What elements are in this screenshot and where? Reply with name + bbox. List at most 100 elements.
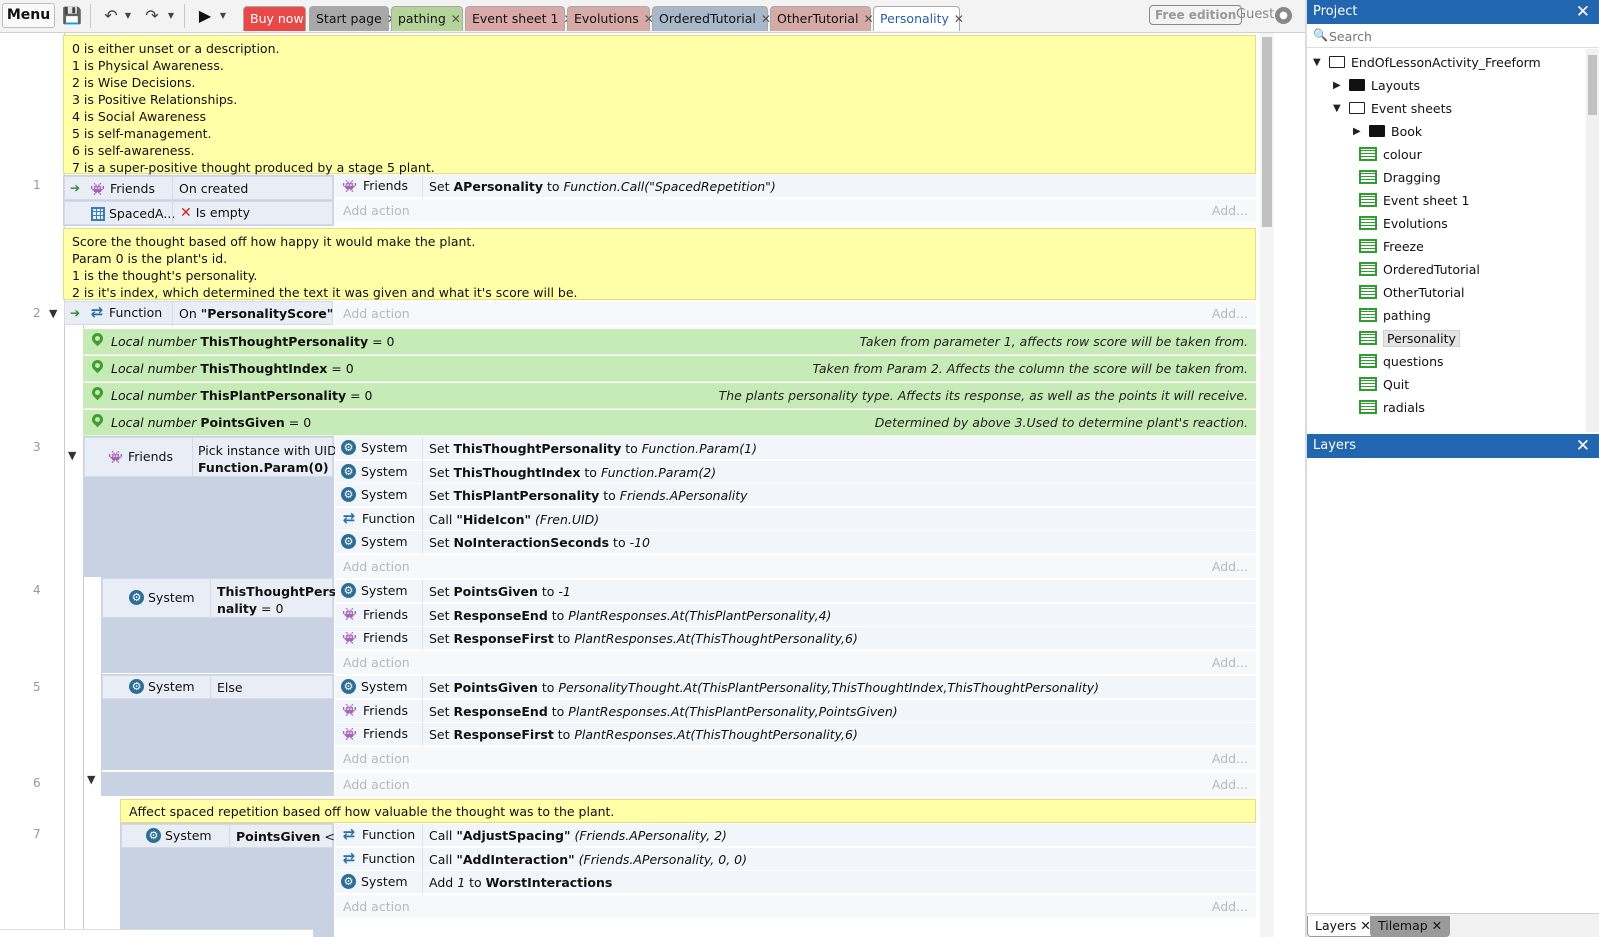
preview-play-icon[interactable]: ▶ (196, 6, 214, 26)
tab-pathing[interactable]: pathing ✕ (391, 6, 463, 31)
tree-event-sheet-dragging[interactable]: Dragging (1359, 166, 1441, 188)
tree-folder-layouts[interactable]: ▶ Layouts (1333, 74, 1420, 96)
condition-on-function[interactable]: ➔ ⇄ Function On "PersonalityScore" (64, 301, 333, 326)
action-row[interactable]: 👾 Friends Set ResponseFirst to PlantRespon… (335, 627, 1256, 650)
tab-start-page[interactable]: Start page✕ (309, 6, 397, 31)
action-row[interactable]: ⚙ System Set ThisPlantPersonality to Frien… (335, 484, 1256, 507)
tree-event-sheet-othertutorial[interactable]: OtherTutorial (1359, 281, 1464, 303)
tree-root[interactable]: ▼ EndOfLessonActivity_Freeform (1313, 51, 1541, 73)
local-variable[interactable]: Local number ThisPlantPersonality = 0 The… (83, 383, 1256, 409)
comment[interactable]: Score the thought based off how happy it… (63, 228, 1256, 300)
horizontal-scrollbar[interactable] (0, 929, 313, 937)
add-action-row[interactable]: Add action Add... (335, 199, 1256, 222)
local-variable[interactable]: Local number ThisThoughtPersonality = 0T… (83, 329, 1256, 355)
action-row[interactable]: ⇄ Function Call "HideIcon" (Fren.UID) (335, 507, 1256, 531)
comment[interactable]: 0 is either unset or a description. 1 is… (63, 35, 1256, 175)
preview-dropdown-icon[interactable]: ▼ (218, 6, 228, 26)
user-avatar-icon[interactable]: ● (1275, 7, 1292, 24)
collapse-toggle-icon[interactable]: ▼ (49, 307, 57, 320)
tree-event-sheet-questions[interactable]: questions (1359, 350, 1444, 372)
collapse-toggle-icon[interactable]: ▼ (87, 773, 95, 786)
scrollbar-thumb[interactable] (1262, 37, 1272, 227)
tab-tilemap[interactable]: Tilemap ✕ (1370, 916, 1451, 937)
local-variable-comment: Taken from parameter 1, affects row scor… (859, 334, 1248, 349)
redo-icon[interactable]: ↷ (141, 6, 163, 26)
comment[interactable]: Affect spaced repetition based off how v… (120, 799, 1256, 823)
undo-icon[interactable]: ↶ (100, 6, 122, 26)
scrollbar-thumb[interactable] (1588, 55, 1597, 115)
local-variable[interactable]: Local number ThisThoughtIndex = 0 Taken f… (83, 356, 1256, 382)
local-variable-icon (89, 357, 106, 374)
tree-folder-event-sheets[interactable]: ▼ Event sheets (1333, 97, 1452, 119)
action-row[interactable]: ⚙ System Set ThisThoughtIndex to Function.… (335, 460, 1256, 484)
sprite-icon: 👾 (342, 703, 357, 717)
condition-else[interactable]: ⚙ System Else (102, 675, 333, 700)
user-name[interactable]: Guest (1236, 7, 1274, 22)
condition-on-created[interactable]: ➔ 👾 Friends On created (64, 176, 333, 201)
condition-compare-var[interactable]: ⚙ System PointsGiven < 0 (121, 824, 347, 849)
collapse-toggle-icon[interactable]: ▼ (68, 449, 76, 462)
close-tab-icon[interactable]: ✕ (451, 12, 461, 26)
action-row[interactable]: ⚙ System Set NoInteractionSeconds to -10 (335, 531, 1256, 554)
close-tab-icon[interactable]: ✕ (863, 12, 873, 26)
action-row[interactable]: 👾 Friends Set ResponseFirst to PlantRespon… (335, 723, 1256, 746)
tree-event-sheet-colour[interactable]: colour (1359, 143, 1422, 165)
tree-event-sheet-orderedtutorial[interactable]: OrderedTutorial (1359, 258, 1480, 280)
tree-event-sheet-personality[interactable]: Personality (1359, 327, 1460, 349)
action-row[interactable]: 👾 Friends Set ResponseEnd to PlantResponse… (335, 699, 1256, 723)
tree-event-sheet-event-sheet-1[interactable]: Event sheet 1 (1359, 189, 1469, 211)
tree-event-sheet-quit[interactable]: Quit (1359, 373, 1409, 395)
tab-event-sheet-1[interactable]: Event sheet 1✕ (465, 6, 574, 31)
tree-scrollbar[interactable] (1586, 49, 1599, 432)
tab-layers[interactable]: Layers ✕ (1307, 916, 1379, 937)
condition-compare-var[interactable]: ⚙ System ThisThoughtPerso nality = 0 (102, 578, 345, 619)
action-row[interactable]: ⚙ System Set PointsGiven to -1 (335, 580, 1256, 603)
folder-icon (1349, 102, 1365, 114)
event-sheet-icon (1359, 377, 1377, 391)
tree-event-sheet-pathing[interactable]: pathing (1359, 304, 1431, 326)
action-row[interactable]: 👾 Friends Set APersonality to Function.Ca… (335, 175, 1256, 198)
sheet-vertical-scrollbar[interactable] (1260, 33, 1274, 937)
search-input[interactable] (1329, 27, 1589, 45)
action-row[interactable]: ⇄ Function Call "AdjustSpacing" (Friends.A… (335, 824, 1256, 847)
add-action-link: Add action (343, 654, 410, 670)
add-action-row[interactable]: Add action Add... (335, 650, 1256, 674)
free-edition-badge[interactable]: Free edition (1149, 5, 1243, 25)
condition-object: Friends (110, 181, 155, 196)
tab-evolutions[interactable]: Evolutions ✕ (567, 6, 654, 31)
event-block-empty[interactable] (101, 772, 334, 796)
close-tab-icon[interactable]: ✕ (954, 12, 964, 26)
tree-event-sheet-freeze[interactable]: Freeze (1359, 235, 1424, 257)
tab-personality[interactable]: Personality ✕ (873, 6, 964, 31)
add-action-link: Add action (343, 203, 410, 218)
add-action-row[interactable]: Add action Add... (335, 894, 1256, 918)
event-sheet-icon (1359, 400, 1377, 414)
action-row[interactable]: ⇄ Function Call "AddInteraction" (Friends.… (335, 847, 1256, 871)
local-variable[interactable]: Local number PointsGiven = 0 Determined b… (83, 410, 1256, 436)
action-row[interactable]: ⚙ System Add 1 to WorstInteractions (335, 871, 1256, 894)
close-icon[interactable]: ✕ (1576, 0, 1590, 24)
add-action-row[interactable]: Add action Add... (335, 746, 1256, 770)
redo-dropdown-icon[interactable]: ▼ (166, 6, 176, 26)
condition-is-empty[interactable]: SpacedA... ✕ Is empty (64, 201, 333, 226)
action-row[interactable]: ⚙ System Set ThisThoughtPersonality to Fun… (335, 437, 1256, 460)
tree-folder-book[interactable]: ▶ Book (1353, 120, 1422, 142)
add-action-row[interactable]: Add action Add... (335, 554, 1256, 578)
action-row[interactable]: 👾 Friends Set ResponseEnd to PlantResponse… (335, 603, 1256, 627)
add-action-row[interactable]: Add action Add... (335, 773, 1256, 796)
add-action-row[interactable]: Add action Add... (335, 302, 1256, 325)
tree-event-sheet-radials[interactable]: radials (1359, 396, 1425, 418)
tab-orderedtutorial[interactable]: OrderedTutorial ✕ (652, 6, 771, 31)
layers-list[interactable] (1307, 468, 1599, 913)
tab-othertutorial[interactable]: OtherTutorial ✕ (770, 6, 874, 31)
menu-button[interactable]: Menu (2, 3, 55, 28)
save-icon[interactable]: 💾 (62, 6, 82, 26)
action-object: Friends (363, 606, 408, 622)
action-row[interactable]: ⚙ System Set PointsGiven to PersonalityTho… (335, 676, 1256, 699)
event-sheet[interactable]: 1 2 3 4 5 6 7 ▼ ▼ ▼ 0 is either unset or… (0, 33, 1290, 937)
condition-pick-uid[interactable]: 👾 Friends Pick instance with UID Function.… (84, 437, 337, 478)
tab-buy-now[interactable]: Buy now (243, 6, 306, 31)
tree-event-sheet-evolutions[interactable]: Evolutions (1359, 212, 1448, 234)
close-icon[interactable]: ✕ (1576, 434, 1590, 458)
undo-dropdown-icon[interactable]: ▼ (123, 6, 133, 26)
